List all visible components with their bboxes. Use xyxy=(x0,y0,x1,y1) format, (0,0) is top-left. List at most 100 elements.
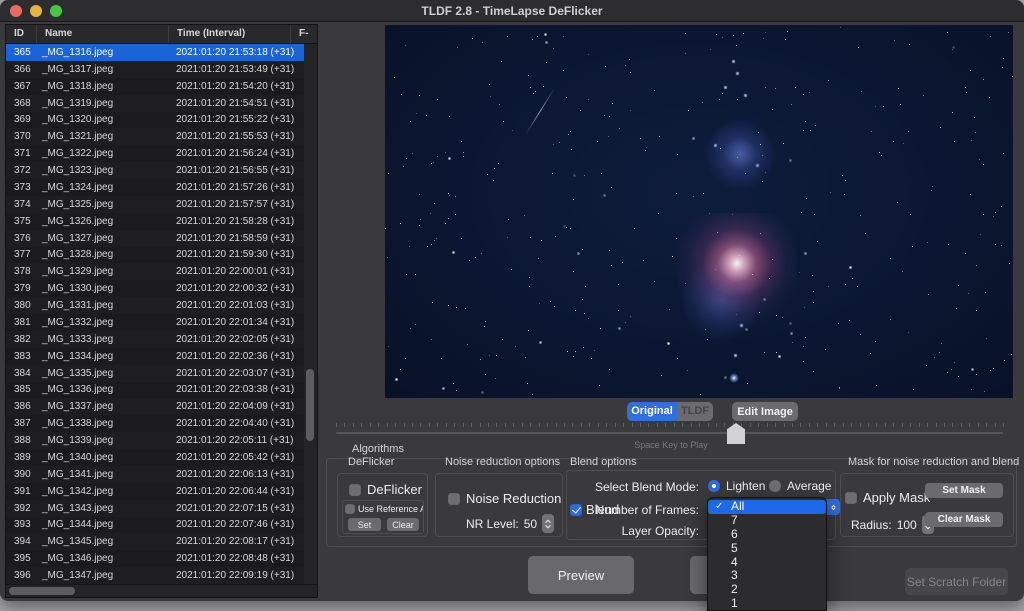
table-row[interactable]: 369_MG_1320.jpeg2021:01:20 21:55:22 (+31… xyxy=(6,112,306,129)
table-row[interactable]: 393_MG_1344.jpeg2021:01:20 22:07:46 (+31… xyxy=(6,517,306,534)
table-row[interactable]: 395_MG_1346.jpeg2021:01:20 22:08:48 (+31… xyxy=(6,550,306,567)
table-row[interactable]: 391_MG_1342.jpeg2021:01:20 22:06:44 (+31… xyxy=(6,483,306,500)
cell-id: 386 xyxy=(6,401,37,412)
algorithms-label: Algorithms xyxy=(348,443,408,455)
horizontal-scrollbar[interactable] xyxy=(6,584,317,597)
nr-level-stepper[interactable] xyxy=(542,514,554,533)
apply-mask-checkbox[interactable] xyxy=(845,492,857,504)
cell-id: 387 xyxy=(6,418,37,429)
fullscreen-window-button[interactable] xyxy=(50,5,62,17)
table-row[interactable]: 396_MG_1347.jpeg2021:01:20 22:09:19 (+31… xyxy=(6,567,306,584)
title-bar[interactable]: TLDF 2.8 - TimeLapse DeFlicker xyxy=(0,0,1024,22)
table-row[interactable]: 388_MG_1339.jpeg2021:01:20 22:05:11 (+31… xyxy=(6,432,306,449)
set-scratch-folder-button[interactable]: Set Scratch Folder xyxy=(905,568,1008,595)
apply-mask-row[interactable]: Apply Mask xyxy=(845,490,930,505)
cell-id: 396 xyxy=(6,570,37,581)
cell-time: 2021:01:20 22:08:17 (+31) xyxy=(169,536,306,547)
table-row[interactable]: 380_MG_1331.jpeg2021:01:20 22:01:03 (+31… xyxy=(6,297,306,314)
frames-option-2[interactable]: 2 xyxy=(708,583,826,597)
noise-reduction-checkbox[interactable] xyxy=(448,493,460,505)
table-row[interactable]: 367_MG_1318.jpeg2021:01:20 21:54:20 (+31… xyxy=(6,78,306,95)
frames-option-5[interactable]: 5 xyxy=(708,542,826,556)
close-window-button[interactable] xyxy=(10,5,22,17)
deflicker-checkbox[interactable] xyxy=(349,484,361,496)
table-row[interactable]: 365_MG_1316.jpeg2021:01:20 21:53:18 (+31… xyxy=(6,44,306,61)
preview-button[interactable]: Preview xyxy=(528,556,634,594)
column-header-time-interval[interactable]: Time (Interval) xyxy=(169,25,291,43)
table-row[interactable]: 385_MG_1336.jpeg2021:01:20 22:03:38 (+31… xyxy=(6,382,306,399)
table-row[interactable]: 374_MG_1325.jpeg2021:01:20 21:57:57 (+31… xyxy=(6,196,306,213)
cell-time: 2021:01:20 21:53:49 (+31) xyxy=(169,64,306,75)
table-row[interactable]: 376_MG_1327.jpeg2021:01:20 21:58:59 (+31… xyxy=(6,230,306,247)
cell-name: _MG_1342.jpeg xyxy=(37,486,169,497)
table-row[interactable]: 389_MG_1340.jpeg2021:01:20 22:05:42 (+31… xyxy=(6,449,306,466)
vertical-scrollbar-thumb[interactable] xyxy=(306,369,314,441)
table-body[interactable]: 365_MG_1316.jpeg2021:01:20 21:53:18 (+31… xyxy=(6,44,306,584)
column-header-f[interactable]: F- xyxy=(291,25,317,43)
horizontal-scrollbar-thumb[interactable] xyxy=(9,587,75,595)
vertical-scrollbar[interactable] xyxy=(304,44,317,584)
cell-name: _MG_1341.jpeg xyxy=(37,469,169,480)
table-row[interactable]: 381_MG_1332.jpeg2021:01:20 22:01:34 (+31… xyxy=(6,314,306,331)
cell-name: _MG_1346.jpeg xyxy=(37,553,169,564)
cell-name: _MG_1330.jpeg xyxy=(37,283,169,294)
frames-option-all[interactable]: ✓All xyxy=(708,500,826,514)
use-reference-area-row[interactable]: Use Reference Area xyxy=(345,504,424,514)
frames-option-1[interactable]: 1 xyxy=(708,597,826,611)
table-row[interactable]: 392_MG_1343.jpeg2021:01:20 22:07:15 (+31… xyxy=(6,500,306,517)
image-preview[interactable] xyxy=(385,25,1013,398)
noise-group: Noise Reduction NR Level: 50 xyxy=(435,473,563,537)
cell-name: _MG_1326.jpeg xyxy=(37,216,169,227)
frames-option-6[interactable]: 6 xyxy=(708,528,826,542)
cell-id: 376 xyxy=(6,233,37,244)
table-row[interactable]: 382_MG_1333.jpeg2021:01:20 22:02:05 (+31… xyxy=(6,331,306,348)
minimize-window-button[interactable] xyxy=(30,5,42,17)
lighten-radio-row[interactable]: Lighten xyxy=(708,479,765,493)
clear-reference-button[interactable]: Clear xyxy=(387,518,419,531)
noise-reduction-row[interactable]: Noise Reduction xyxy=(448,491,561,506)
deflicker-checkbox-row[interactable]: DeFlicker xyxy=(349,482,422,497)
column-header-id[interactable]: ID xyxy=(6,25,37,43)
frames-option-7[interactable]: 7 xyxy=(708,514,826,528)
table-row[interactable]: 371_MG_1322.jpeg2021:01:20 21:56:24 (+31… xyxy=(6,145,306,162)
clear-mask-button[interactable]: Clear Mask xyxy=(925,512,1003,527)
frames-option-4[interactable]: 4 xyxy=(708,556,826,570)
cell-name: _MG_1322.jpeg xyxy=(37,148,169,159)
cell-name: _MG_1321.jpeg xyxy=(37,131,169,142)
frames-popup-arrows-icon[interactable] xyxy=(826,499,840,515)
original-view-button[interactable]: Original xyxy=(627,402,677,421)
frames-option-3[interactable]: 3 xyxy=(708,569,826,583)
table-row[interactable]: 387_MG_1338.jpeg2021:01:20 22:04:40 (+31… xyxy=(6,415,306,432)
average-radio-row[interactable]: Average xyxy=(769,479,831,493)
table-row[interactable]: 384_MG_1335.jpeg2021:01:20 22:03:07 (+31… xyxy=(6,365,306,382)
table-row[interactable]: 368_MG_1319.jpeg2021:01:20 21:54:51 (+31… xyxy=(6,95,306,112)
cell-name: _MG_1320.jpeg xyxy=(37,114,169,125)
deflicker-group: DeFlicker Use Reference Area Set Clear xyxy=(337,473,428,537)
table-row[interactable]: 383_MG_1334.jpeg2021:01:20 22:02:36 (+31… xyxy=(6,348,306,365)
tldf-view-button[interactable]: TLDF xyxy=(677,402,713,421)
table-row[interactable]: 372_MG_1323.jpeg2021:01:20 21:56:55 (+31… xyxy=(6,162,306,179)
table-row[interactable]: 390_MG_1341.jpeg2021:01:20 22:06:13 (+31… xyxy=(6,466,306,483)
table-row[interactable]: 366_MG_1317.jpeg2021:01:20 21:53:49 (+31… xyxy=(6,61,306,78)
cell-time: 2021:01:20 21:57:26 (+31) xyxy=(169,182,306,193)
lighten-radio[interactable] xyxy=(708,480,720,492)
set-reference-button[interactable]: Set xyxy=(348,518,381,531)
edit-image-button[interactable]: Edit Image xyxy=(732,402,798,421)
cell-id: 383 xyxy=(6,351,37,362)
table-row[interactable]: 378_MG_1329.jpeg2021:01:20 22:00:01 (+31… xyxy=(6,263,306,280)
column-header-name[interactable]: Name xyxy=(37,25,169,43)
average-radio[interactable] xyxy=(769,480,781,492)
use-reference-area-checkbox[interactable] xyxy=(345,504,355,514)
table-row[interactable]: 386_MG_1337.jpeg2021:01:20 22:04:09 (+31… xyxy=(6,398,306,415)
table-row[interactable]: 377_MG_1328.jpeg2021:01:20 21:59:30 (+31… xyxy=(6,247,306,264)
table-row[interactable]: 370_MG_1321.jpeg2021:01:20 21:55:53 (+31… xyxy=(6,128,306,145)
set-mask-button[interactable]: Set Mask xyxy=(925,483,1003,498)
table-row[interactable]: 375_MG_1326.jpeg2021:01:20 21:58:28 (+31… xyxy=(6,213,306,230)
slider-ticks xyxy=(336,423,1003,427)
table-row[interactable]: 394_MG_1345.jpeg2021:01:20 22:08:17 (+31… xyxy=(6,533,306,550)
slider-track[interactable] xyxy=(336,432,1003,434)
table-row[interactable]: 379_MG_1330.jpeg2021:01:20 22:00:32 (+31… xyxy=(6,280,306,297)
cell-time: 2021:01:20 21:55:22 (+31) xyxy=(169,114,306,125)
cell-time: 2021:01:20 21:56:24 (+31) xyxy=(169,148,306,159)
table-row[interactable]: 373_MG_1324.jpeg2021:01:20 21:57:26 (+31… xyxy=(6,179,306,196)
